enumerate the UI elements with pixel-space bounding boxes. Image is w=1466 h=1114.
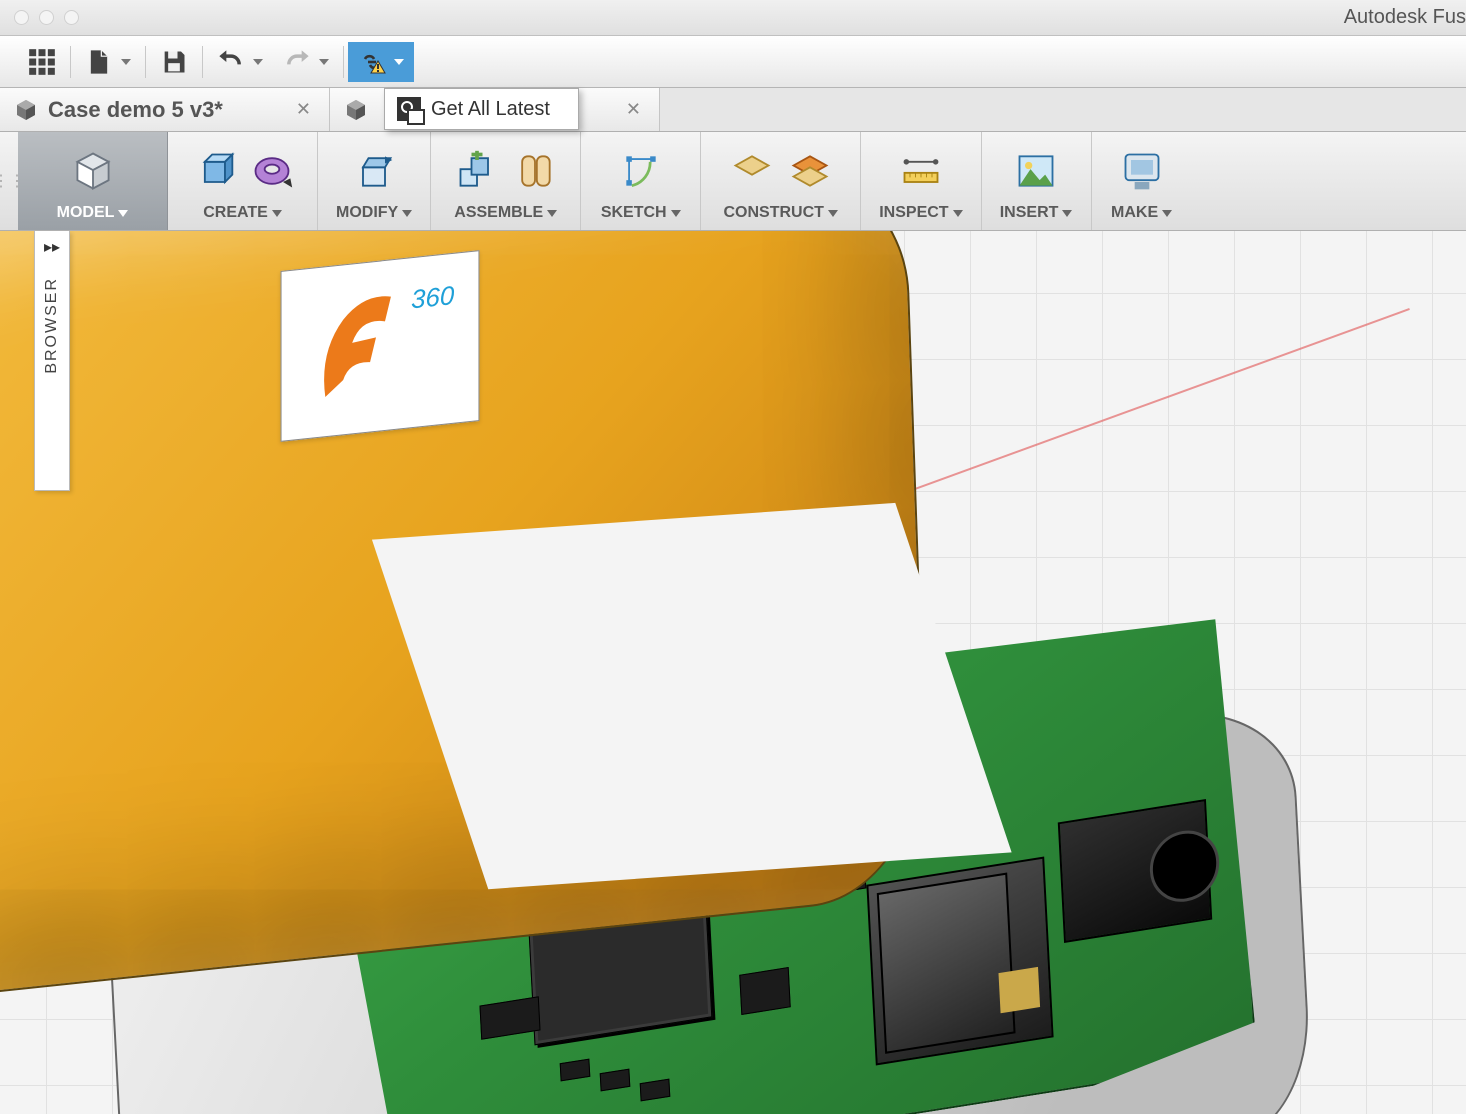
close-tab-button[interactable]: ✕ — [626, 99, 641, 120]
smd-component — [739, 967, 790, 1015]
document-tab-bar: Case demo 5 v3* ✕ ✕ — [0, 88, 1466, 132]
menu-item-label: Get All Latest — [431, 98, 550, 121]
ribbon-label: MODEL — [57, 204, 129, 222]
workspace-switcher[interactable]: MODEL — [18, 132, 168, 230]
get-all-latest-menu-item[interactable]: Get All Latest — [385, 89, 578, 129]
ribbon-label: INSPECT — [879, 204, 962, 222]
document-tab[interactable]: Case demo 5 v3* ✕ — [0, 88, 330, 131]
insert-decal-icon — [1014, 149, 1058, 193]
zoom-window-button[interactable] — [64, 10, 79, 25]
construction-plane-icon — [730, 149, 774, 193]
browser-panel-label: BROWSER — [43, 277, 61, 374]
document-tab-label: Case demo 5 v3* — [48, 97, 286, 123]
torus-primitive-icon — [250, 149, 294, 193]
data-panel-button[interactable] — [18, 42, 66, 82]
model-workspace-icon — [71, 149, 115, 193]
window-controls — [0, 10, 79, 25]
link-warning-icon — [358, 48, 386, 76]
browser-panel-tab[interactable]: ▸▸ BROWSER — [34, 231, 70, 491]
ribbon-toolbar: ⋮⋮ MODEL CREATE MODIFY ASSEMBLE S — [0, 132, 1466, 231]
chevron-down-icon — [394, 59, 404, 65]
viewport-canvas[interactable]: 360 ▸▸ BROWSER — [0, 231, 1466, 1114]
ribbon-label: CONSTRUCT — [724, 204, 838, 222]
save-icon — [160, 48, 188, 76]
box-primitive-icon — [192, 149, 236, 193]
minimize-window-button[interactable] — [39, 10, 54, 25]
close-tab-button[interactable]: ✕ — [296, 99, 311, 120]
ethernet-connector — [866, 857, 1053, 1066]
separator — [70, 46, 71, 78]
fusion-logo-icon — [306, 283, 405, 414]
file-icon — [85, 48, 113, 76]
quick-access-toolbar — [0, 36, 1466, 88]
pin-icon[interactable]: ▸▸ — [44, 237, 60, 257]
ribbon-group-make[interactable]: MAKE — [1092, 132, 1192, 230]
close-window-button[interactable] — [14, 10, 29, 25]
separator — [202, 46, 203, 78]
ribbon-group-modify[interactable]: MODIFY — [318, 132, 431, 230]
undo-icon — [217, 48, 245, 76]
joint-icon — [455, 149, 499, 193]
as-built-joint-icon — [513, 149, 557, 193]
design-cube-icon — [344, 98, 368, 122]
design-cube-icon — [14, 98, 38, 122]
save-button[interactable] — [150, 42, 198, 82]
window-title: Autodesk Fus — [1344, 6, 1466, 29]
separator — [145, 46, 146, 78]
press-pull-icon — [352, 149, 396, 193]
ribbon-group-create[interactable]: CREATE — [168, 132, 318, 230]
decal-text: 360 — [411, 280, 454, 316]
ribbon-label: SKETCH — [601, 204, 681, 222]
3d-print-icon — [1120, 149, 1164, 193]
redo-button[interactable] — [273, 42, 339, 82]
references-status-button[interactable] — [348, 42, 414, 82]
ribbon-label: MAKE — [1111, 204, 1172, 222]
file-button[interactable] — [75, 42, 141, 82]
ribbon-group-construct[interactable]: CONSTRUCT — [701, 132, 861, 230]
ribbon-group-inspect[interactable]: INSPECT — [861, 132, 981, 230]
window-titlebar: Autodesk Fus — [0, 0, 1466, 36]
undo-button[interactable] — [207, 42, 273, 82]
document-refresh-icon — [397, 97, 421, 121]
redo-icon — [283, 48, 311, 76]
ribbon-label: ASSEMBLE — [454, 204, 557, 222]
chevron-down-icon — [253, 59, 263, 65]
barrel-jack-connector — [1058, 799, 1212, 943]
measure-icon — [899, 149, 943, 193]
ribbon-label: INSERT — [1000, 204, 1073, 222]
grid-icon — [28, 48, 56, 76]
ribbon-group-insert[interactable]: INSERT — [982, 132, 1092, 230]
ribbon-label: CREATE — [203, 204, 282, 222]
references-dropdown-menu: Get All Latest — [384, 88, 579, 130]
chevron-down-icon — [121, 59, 131, 65]
separator — [343, 46, 344, 78]
create-sketch-icon — [619, 149, 663, 193]
ribbon-group-sketch[interactable]: SKETCH — [581, 132, 701, 230]
ribbon-drag-handle[interactable]: ⋮⋮ — [0, 132, 18, 230]
chevron-down-icon — [319, 59, 329, 65]
ribbon-group-assemble[interactable]: ASSEMBLE — [431, 132, 581, 230]
model-scene: 360 — [0, 231, 1466, 1114]
offset-plane-icon — [788, 149, 832, 193]
fusion-360-decal: 360 — [281, 250, 480, 442]
ribbon-label: MODIFY — [336, 204, 412, 222]
